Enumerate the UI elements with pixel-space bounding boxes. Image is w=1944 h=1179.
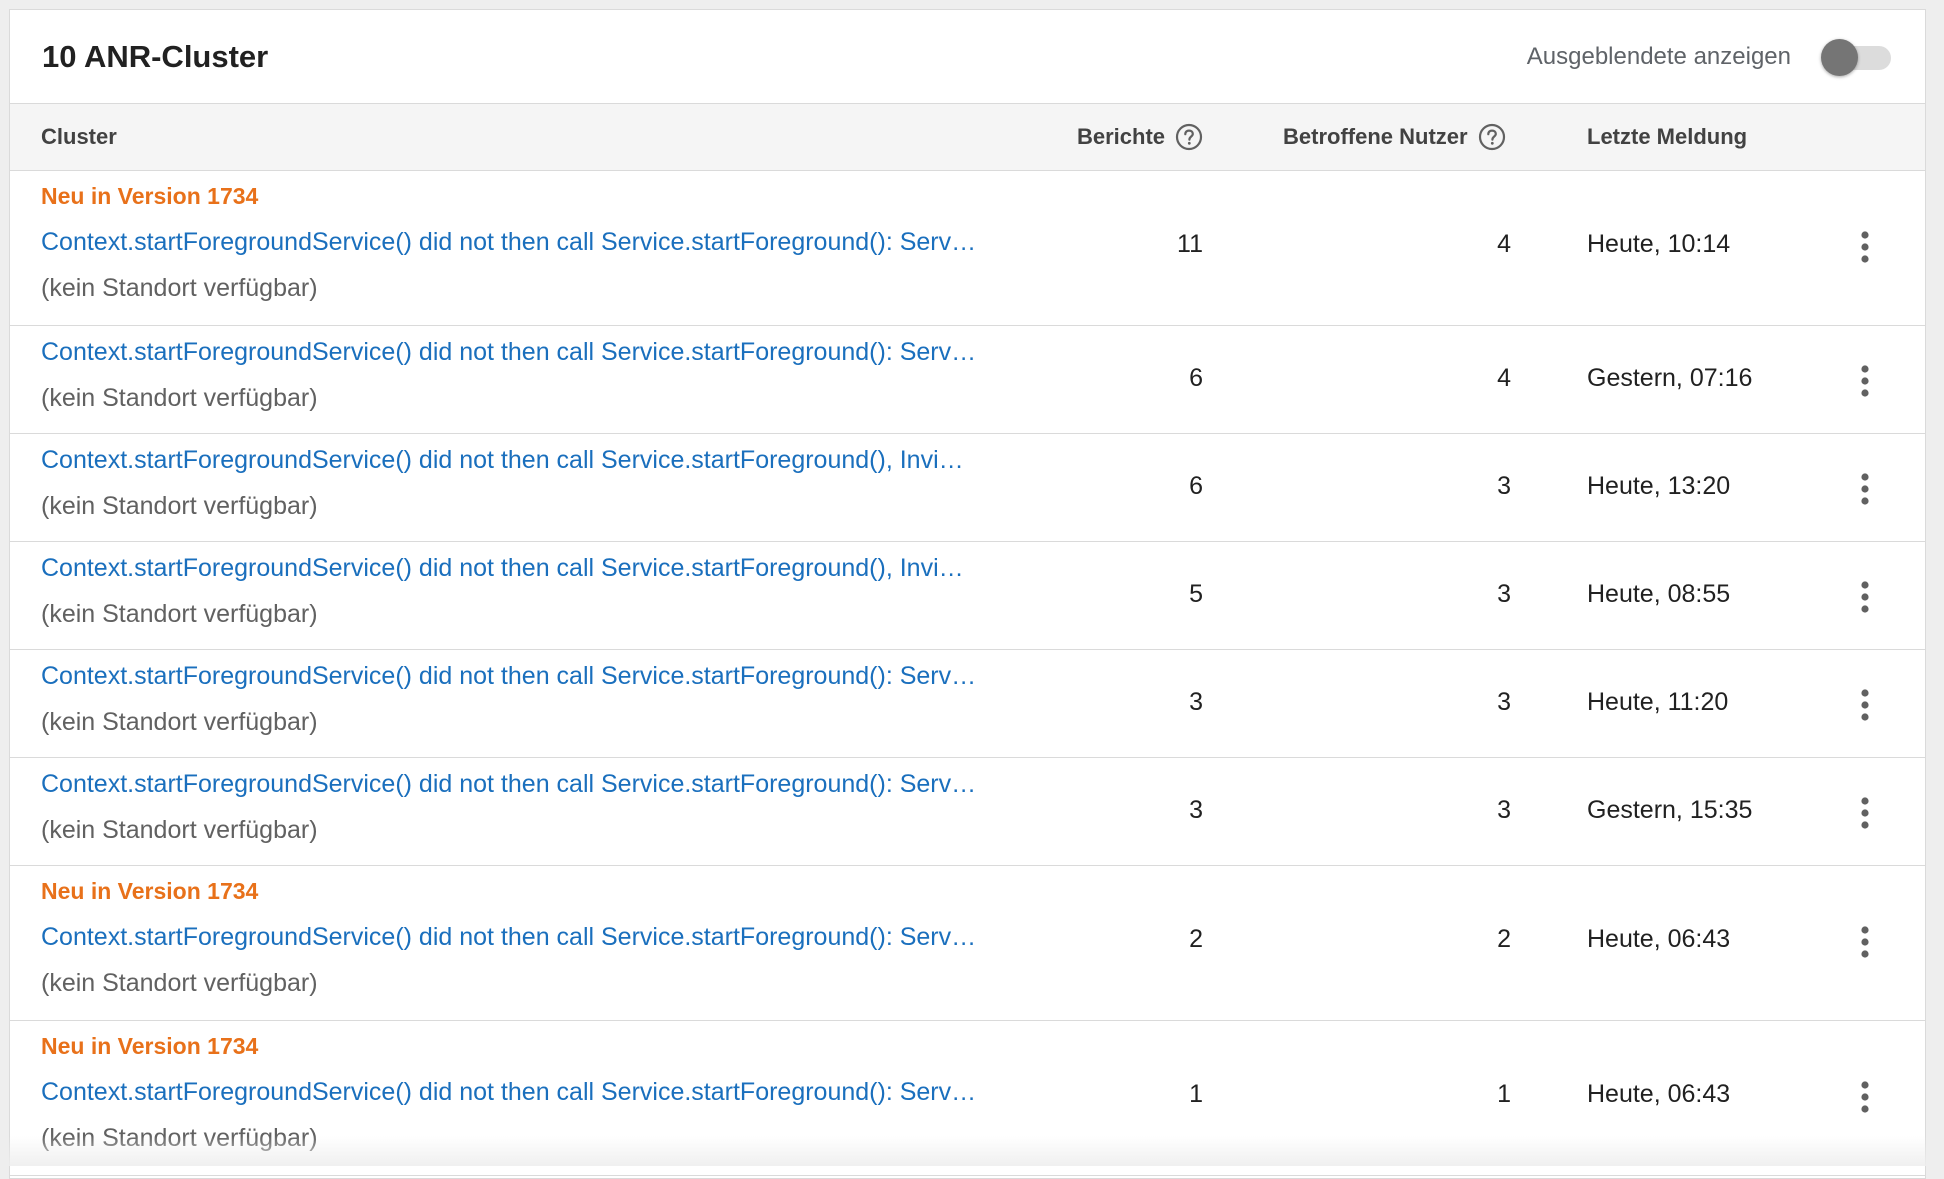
affected-users-count: 3 [1431,472,1511,501]
cluster-location: (kein Standort verfügbar) [41,274,318,303]
more-vert-icon[interactable] [1845,467,1885,511]
more-vert-icon[interactable] [1845,683,1885,727]
cluster-title-link[interactable]: Context.startForegroundService() did not… [41,554,1016,583]
card-header: 10 ANR-Cluster Ausgeblendete anzeigen [10,10,1925,104]
reports-count: 6 [1123,364,1203,393]
new-in-version-badge: Neu in Version 1734 [41,878,258,905]
cluster-row[interactable]: Context.startForegroundService() did not… [10,542,1925,650]
table-header: Cluster Berichte Betroffene Nutzer Letzt… [10,104,1925,171]
column-header-cluster[interactable]: Cluster [41,104,117,170]
last-report-time: Heute, 06:43 [1587,925,1730,954]
reports-count: 3 [1123,688,1203,717]
last-report-time: Gestern, 07:16 [1587,364,1752,393]
cluster-row[interactable]: Context.startForegroundService() did not… [10,650,1925,758]
column-header-cluster-label: Cluster [41,124,117,150]
reports-count: 6 [1123,472,1203,501]
cluster-row[interactable]: Context.startForegroundService() did not… [10,758,1925,866]
cluster-row[interactable]: Context.startForegroundService() did not… [10,434,1925,542]
card-title: 10 ANR-Cluster [42,10,268,103]
affected-users-count: 4 [1431,230,1511,259]
affected-users-count: 3 [1431,688,1511,717]
cluster-location: (kein Standort verfügbar) [41,600,318,629]
affected-users-count: 3 [1431,580,1511,609]
cluster-location: (kein Standort verfügbar) [41,384,318,413]
cluster-title-link[interactable]: Context.startForegroundService() did not… [41,923,1016,952]
last-report-time: Heute, 06:43 [1587,1080,1730,1109]
show-hidden-label: Ausgeblendete anzeigen [1527,43,1791,71]
show-hidden-toggle[interactable] [1821,37,1893,77]
cluster-title-link[interactable]: Context.startForegroundService() did not… [41,770,1016,799]
more-vert-icon[interactable] [1845,225,1885,269]
reports-count: 5 [1123,580,1203,609]
column-header-reports-label: Berichte [1077,124,1165,150]
reports-count: 3 [1123,796,1203,825]
column-header-users[interactable]: Betroffene Nutzer [1283,104,1506,170]
cluster-title-link[interactable]: Context.startForegroundService() did not… [41,662,1016,691]
cluster-location: (kein Standort verfügbar) [41,492,318,521]
cluster-location: (kein Standort verfügbar) [41,1124,318,1153]
help-icon[interactable] [1175,123,1203,151]
reports-count: 1 [1123,1080,1203,1109]
cluster-location: (kein Standort verfügbar) [41,969,318,998]
cluster-title-link[interactable]: Context.startForegroundService() did not… [41,338,1016,367]
cluster-location: (kein Standort verfügbar) [41,816,318,845]
more-vert-icon[interactable] [1845,1075,1885,1119]
column-header-last-report-label: Letzte Meldung [1587,124,1747,150]
last-report-time: Heute, 11:20 [1587,688,1728,717]
affected-users-count: 1 [1431,1080,1511,1109]
show-hidden-control: Ausgeblendete anzeigen [1527,10,1893,103]
cluster-title-link[interactable]: Context.startForegroundService() did not… [41,228,1016,257]
cluster-row[interactable]: Neu in Version 1734 Context.startForegro… [10,1021,1925,1176]
last-report-time: Heute, 10:14 [1587,230,1730,259]
more-vert-icon[interactable] [1845,359,1885,403]
column-header-last-report[interactable]: Letzte Meldung [1587,104,1747,170]
cluster-list: Neu in Version 1734 Context.startForegro… [10,171,1925,1176]
affected-users-count: 3 [1431,796,1511,825]
affected-users-count: 4 [1431,364,1511,393]
help-icon[interactable] [1478,123,1506,151]
last-report-time: Gestern, 15:35 [1587,796,1752,825]
toggle-thumb [1821,39,1858,76]
column-header-users-label: Betroffene Nutzer [1283,124,1468,150]
cluster-row[interactable]: Neu in Version 1734 Context.startForegro… [10,866,1925,1021]
last-report-time: Heute, 13:20 [1587,472,1730,501]
cluster-row[interactable]: Context.startForegroundService() did not… [10,326,1925,434]
new-in-version-badge: Neu in Version 1734 [41,183,258,210]
reports-count: 11 [1123,230,1203,259]
more-vert-icon[interactable] [1845,575,1885,619]
more-vert-icon[interactable] [1845,791,1885,835]
affected-users-count: 2 [1431,925,1511,954]
new-in-version-badge: Neu in Version 1734 [41,1033,258,1060]
reports-count: 2 [1123,925,1203,954]
cluster-location: (kein Standort verfügbar) [41,708,318,737]
last-report-time: Heute, 08:55 [1587,580,1730,609]
more-vert-icon[interactable] [1845,920,1885,964]
cluster-row[interactable]: Neu in Version 1734 Context.startForegro… [10,171,1925,326]
anr-cluster-card: 10 ANR-Cluster Ausgeblendete anzeigen Cl… [9,9,1926,1179]
column-header-reports[interactable]: Berichte [1077,104,1203,170]
cluster-title-link[interactable]: Context.startForegroundService() did not… [41,446,1016,475]
cluster-title-link[interactable]: Context.startForegroundService() did not… [41,1078,1016,1107]
